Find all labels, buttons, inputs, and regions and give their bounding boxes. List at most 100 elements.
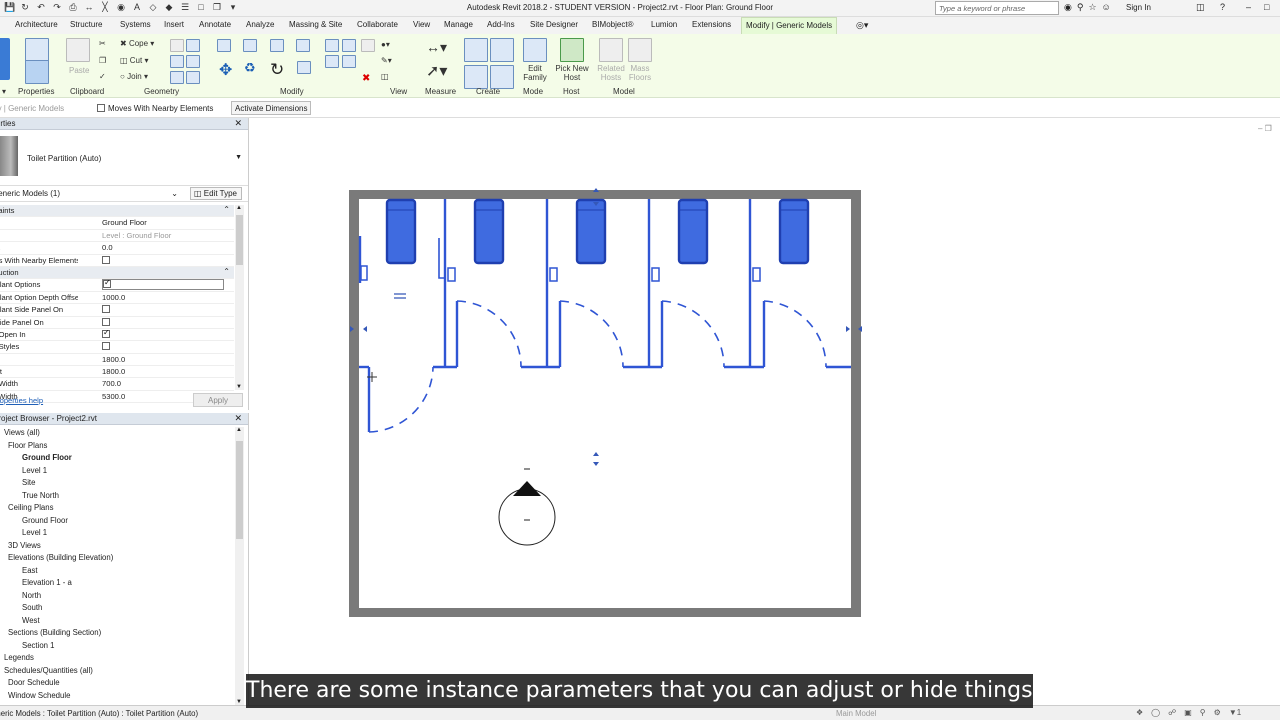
property-row[interactable]: Height 1800.0: [0, 366, 234, 379]
scroll-thumb[interactable]: [236, 441, 243, 539]
copy-icon[interactable]: ❐: [99, 56, 106, 65]
pick-new-host-button[interactable]: Pick New Host: [553, 64, 591, 82]
tab-modify-generic-models[interactable]: Modify | Generic Models: [741, 17, 838, 34]
property-row[interactable]: Offset 0.0: [0, 242, 234, 255]
panel-modify[interactable]: Modify: [280, 87, 304, 96]
trim-icon[interactable]: [297, 61, 311, 74]
toilet-5[interactable]: [778, 198, 810, 265]
tree-item[interactable]: Sections (Building Section): [0, 628, 234, 641]
tree-item[interactable]: Views (all): [0, 428, 234, 441]
toilet-2[interactable]: [473, 198, 505, 265]
tree-item[interactable]: Ceiling Plans: [0, 503, 234, 516]
align-icon[interactable]: [217, 39, 231, 52]
mirror-pick-icon[interactable]: [270, 39, 284, 52]
view-hide-icon[interactable]: ●▾: [381, 40, 390, 49]
move-icon[interactable]: ✥: [219, 60, 232, 80]
chevron-down-icon[interactable]: ▼: [235, 154, 242, 161]
tab-collaborate[interactable]: Collaborate: [357, 20, 398, 29]
close-icon[interactable]: ✕: [234, 118, 242, 129]
tree-item[interactable]: Window Schedule: [0, 691, 234, 704]
tab-manage[interactable]: Manage: [444, 20, 473, 29]
related-hosts-icon[interactable]: [599, 38, 623, 62]
tree-item[interactable]: Level 1: [0, 528, 234, 541]
tree-item[interactable]: Schedules/Quantities (all): [0, 666, 234, 679]
tab-site-designer[interactable]: Site Designer: [530, 20, 578, 29]
edit-family-icon[interactable]: [523, 38, 547, 62]
tree-item[interactable]: Elevations (Building Elevation): [0, 553, 234, 566]
toilet-3[interactable]: [575, 198, 607, 265]
property-value[interactable]: 700.0: [102, 379, 224, 388]
tab-view[interactable]: View: [413, 20, 430, 29]
edit-family-button[interactable]: Edit Family: [521, 64, 549, 82]
cut-button[interactable]: ◫ Cut ▾: [120, 56, 148, 65]
panel-create[interactable]: Create: [476, 87, 500, 96]
property-value[interactable]: 1800.0: [102, 367, 224, 376]
tree-item[interactable]: East: [0, 566, 234, 579]
override-icon[interactable]: ✎▾: [381, 56, 392, 65]
properties-help-link[interactable]: Properties help: [0, 396, 43, 405]
tab-bimobject[interactable]: BIMobject®: [592, 20, 633, 29]
property-row[interactable]: Moves With Nearby Elements: [0, 255, 234, 267]
mass-floors-button[interactable]: Mass Floors: [626, 64, 654, 82]
cope-button[interactable]: ✖ Cope ▾: [120, 39, 154, 48]
property-row[interactable]: Door Styles: [0, 341, 234, 354]
tab-analyze[interactable]: Analyze: [246, 20, 274, 29]
join-button[interactable]: ○ Join ▾: [120, 72, 148, 81]
property-value[interactable]: Ground Floor: [102, 218, 224, 227]
panel-properties[interactable]: Properties: [18, 87, 54, 96]
type-properties-icon[interactable]: [25, 60, 49, 84]
property-group[interactable]: Construction ⌃: [0, 266, 234, 280]
tab-insert[interactable]: Insert: [164, 20, 184, 29]
star-icon[interactable]: ☆: [1088, 2, 1096, 13]
maximize-icon[interactable]: □: [1264, 2, 1269, 12]
subscription-icon[interactable]: ⚲: [1077, 2, 1084, 13]
property-row[interactable]: Ambulant Side Panel On: [0, 304, 234, 317]
scroll-up-icon[interactable]: ▲: [236, 427, 242, 433]
panel-options-icon[interactable]: ◎▾: [856, 20, 868, 31]
tree-item[interactable]: North: [0, 591, 234, 604]
tree-item[interactable]: Elevation 1 - a: [0, 578, 234, 591]
toilet-4[interactable]: [677, 198, 709, 265]
tree-item[interactable]: Section 1: [0, 641, 234, 654]
tree-item[interactable]: Ground Floor: [0, 453, 234, 466]
scale-icon[interactable]: [342, 55, 356, 68]
tab-extensions[interactable]: Extensions: [692, 20, 731, 29]
property-value[interactable]: 0.0: [102, 243, 224, 252]
tree-item[interactable]: Ground Floor: [0, 516, 234, 529]
browser-scrollbar[interactable]: ▲ ▼: [235, 427, 244, 705]
offset-icon[interactable]: [243, 39, 257, 52]
copy-element-icon[interactable]: ♻: [244, 60, 256, 76]
match-icon[interactable]: ✓: [99, 72, 106, 81]
select-by-face-icon[interactable]: ⚙: [1214, 708, 1221, 717]
tree-item[interactable]: Level 1: [0, 466, 234, 479]
panel-host[interactable]: Host: [563, 87, 579, 96]
property-group[interactable]: Constraints ⌃: [0, 205, 234, 218]
category-filter[interactable]: Generic Models (1)⌄: [0, 189, 178, 198]
property-row[interactable]: Door Width 700.0: [0, 378, 234, 391]
create-group-icon[interactable]: [490, 38, 514, 62]
property-checkbox[interactable]: [102, 317, 224, 327]
pick-new-host-icon[interactable]: [560, 38, 584, 62]
property-checkbox[interactable]: [102, 279, 224, 291]
properties-scrollbar[interactable]: ▲ ▼: [235, 205, 244, 390]
join-geometry-icon[interactable]: [186, 71, 200, 84]
modify-button[interactable]: [0, 38, 10, 80]
tab-lumion[interactable]: Lumion: [651, 20, 677, 29]
tree-item[interactable]: Floor Plans: [0, 441, 234, 454]
tree-item[interactable]: Legends: [0, 653, 234, 666]
unpin-icon[interactable]: [361, 39, 375, 52]
create-assembly-icon[interactable]: [490, 65, 514, 89]
property-row[interactable]: Left Side Panel On: [0, 317, 234, 329]
cut-geometry-icon[interactable]: ✂: [99, 39, 106, 48]
panel-measure[interactable]: Measure: [425, 87, 456, 96]
property-checkbox[interactable]: [102, 255, 224, 265]
property-row[interactable]: Depth 1800.0: [0, 354, 234, 367]
scroll-thumb[interactable]: [236, 215, 243, 265]
property-value[interactable]: 1800.0: [102, 355, 224, 364]
mass-floors-icon[interactable]: [628, 38, 652, 62]
delete-icon[interactable]: ✖: [362, 73, 370, 84]
edit-type-button[interactable]: ◫ Edit Type: [190, 187, 242, 200]
panel-model[interactable]: Model: [613, 87, 635, 96]
select-underlay-icon[interactable]: ▣: [1184, 708, 1192, 717]
view-navigation[interactable]: – ❐: [1258, 124, 1272, 133]
